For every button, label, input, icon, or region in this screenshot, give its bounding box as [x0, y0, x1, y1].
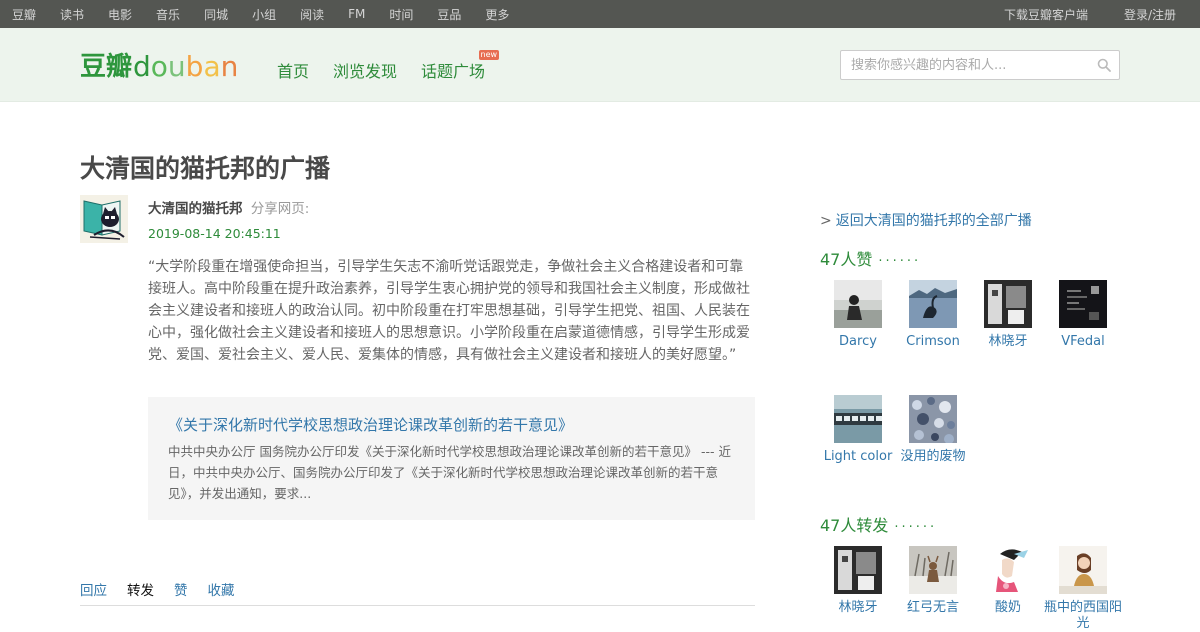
global-nav-douban[interactable]: 豆瓣: [12, 6, 36, 23]
global-nav-market[interactable]: 豆品: [437, 6, 461, 23]
search-icon[interactable]: [1097, 58, 1111, 72]
logo-letter: n: [220, 50, 239, 83]
download-app-link[interactable]: 下载豆瓣客户端: [1004, 6, 1088, 23]
nav-explore[interactable]: 浏览发现: [333, 58, 397, 82]
global-nav-time[interactable]: 时间: [389, 6, 413, 23]
likes-more-dots[interactable]: ······: [878, 254, 921, 269]
reshare-tab[interactable]: 转发: [127, 579, 154, 605]
resharer-name: 林晓牙: [838, 600, 878, 615]
status-author-line: 大清国的猫托邦 分享网页:: [148, 197, 309, 217]
status-action-text: 分享网页:: [250, 201, 310, 217]
back-link-label: 返回大清国的猫托邦的全部广播: [835, 213, 1032, 229]
likes-count: 47人赞: [820, 250, 873, 269]
shared-link-title[interactable]: 《关于深化新时代学校思想政治理论课改革创新的若干意见》: [168, 414, 573, 435]
resharer-name: 瓶中的西国阳光: [1043, 600, 1122, 631]
resharer-item[interactable]: 红弓无言: [893, 546, 973, 616]
global-nav-music[interactable]: 音乐: [156, 6, 180, 23]
nav-topics[interactable]: 话题广场 new: [421, 50, 509, 82]
shared-link-card[interactable]: 《关于深化新时代学校思想政治理论课改革创新的若干意见》 中共中央办公厅 国务院办…: [148, 397, 755, 520]
like-tab[interactable]: 赞: [174, 579, 188, 605]
liker-item[interactable]: Crimson: [893, 280, 973, 350]
user-avatar: [834, 280, 882, 328]
resharer-name: 红弓无言: [906, 600, 959, 615]
reshares-section-title: 47人转发 ······: [820, 512, 937, 536]
logo-letter: o: [150, 50, 168, 83]
douban-logo[interactable]: 豆瓣 douban: [80, 46, 240, 83]
global-nav-local[interactable]: 同城: [204, 6, 228, 23]
global-nav-movie[interactable]: 电影: [108, 6, 132, 23]
liker-name: Crimson: [906, 334, 960, 349]
global-nav-read[interactable]: 阅读: [300, 6, 324, 23]
site-header: 豆瓣 douban 首页 浏览发现 话题广场 new: [0, 28, 1200, 102]
user-avatar: [834, 546, 882, 594]
search-box: [840, 50, 1120, 80]
liker-item[interactable]: 林晓牙: [968, 280, 1048, 350]
nav-home[interactable]: 首页: [277, 58, 309, 82]
author-avatar[interactable]: [80, 195, 128, 243]
liker-item[interactable]: 没用的废物: [893, 395, 973, 465]
status-quote-text: “大学阶段重在增强使命担当，引导学生矢志不渝听党话跟党走，争做社会主义合格建设者…: [148, 259, 750, 363]
user-avatar: [1059, 546, 1107, 594]
user-avatar: [909, 546, 957, 594]
liker-name: Darcy: [839, 334, 877, 349]
status-action-tabs: 回应 转发 赞 收藏: [80, 579, 755, 606]
logo-letter: d: [133, 50, 151, 83]
logo-letter: u: [167, 50, 186, 83]
liker-name: VFedal: [1061, 334, 1105, 349]
liker-name: 没用的废物: [900, 449, 966, 464]
reshares-count: 47人转发: [820, 516, 889, 535]
author-name-link[interactable]: 大清国的猫托邦: [148, 201, 243, 217]
user-avatar: [984, 546, 1032, 594]
user-avatar: [909, 280, 957, 328]
liker-name: 林晓牙: [988, 334, 1028, 349]
likes-section-title: 47人赞 ······: [820, 246, 921, 270]
liker-item[interactable]: Light color: [818, 395, 898, 465]
user-avatar: [834, 395, 882, 443]
global-nav-book[interactable]: 读书: [60, 6, 84, 23]
main-nav: 首页 浏览发现 话题广场 new: [277, 50, 533, 82]
page-title: 大清国的猫托邦的广播: [80, 154, 331, 183]
user-avatar: [909, 395, 957, 443]
status-timestamp[interactable]: 2019-08-14 20:45:11: [148, 226, 281, 241]
global-nav-fm[interactable]: FM: [348, 7, 365, 21]
logo-english: douban: [133, 50, 238, 83]
global-nav: 豆瓣 读书 电影 音乐 同城 小组 阅读 FM 时间 豆品 更多: [12, 0, 533, 28]
account-links: 下载豆瓣客户端 登录/注册: [968, 0, 1176, 28]
liker-item[interactable]: VFedal: [1043, 280, 1123, 350]
resharer-item[interactable]: 瓶中的西国阳光: [1043, 546, 1123, 632]
global-nav-group[interactable]: 小组: [252, 6, 276, 23]
cat-reading-avatar-icon: [80, 195, 128, 243]
logo-chinese: 豆瓣: [80, 52, 133, 82]
user-avatar: [1059, 280, 1107, 328]
collect-tab[interactable]: 收藏: [208, 579, 235, 605]
resharer-name: 酸奶: [994, 600, 1021, 615]
shared-link-description: 中共中央办公厅 国务院办公厅印发《关于深化新时代学校思想政治理论课改革创新的若干…: [168, 444, 731, 501]
login-register-link[interactable]: 登录/注册: [1124, 6, 1176, 23]
global-topbar: 豆瓣 读书 电影 音乐 同城 小组 阅读 FM 时间 豆品 更多 下载豆瓣客户端…: [0, 0, 1200, 28]
search-input[interactable]: [841, 51, 1081, 79]
liker-item[interactable]: Darcy: [818, 280, 898, 350]
reshares-more-dots[interactable]: ······: [894, 520, 937, 535]
chevron-right-icon: >: [820, 213, 832, 229]
logo-letter: a: [203, 50, 221, 83]
nav-topics-label: 话题广场: [421, 62, 486, 81]
global-nav-more[interactable]: 更多: [485, 6, 509, 23]
new-badge: new: [478, 50, 500, 60]
logo-letter: b: [185, 50, 204, 83]
reply-tab[interactable]: 回应: [80, 579, 107, 605]
resharer-item[interactable]: 林晓牙: [818, 546, 898, 616]
liker-name: Light color: [823, 449, 893, 464]
user-avatar: [984, 280, 1032, 328]
back-to-all-statuses-link[interactable]: > 返回大清国的猫托邦的全部广播: [820, 210, 1032, 230]
resharer-item[interactable]: 酸奶: [968, 546, 1048, 616]
